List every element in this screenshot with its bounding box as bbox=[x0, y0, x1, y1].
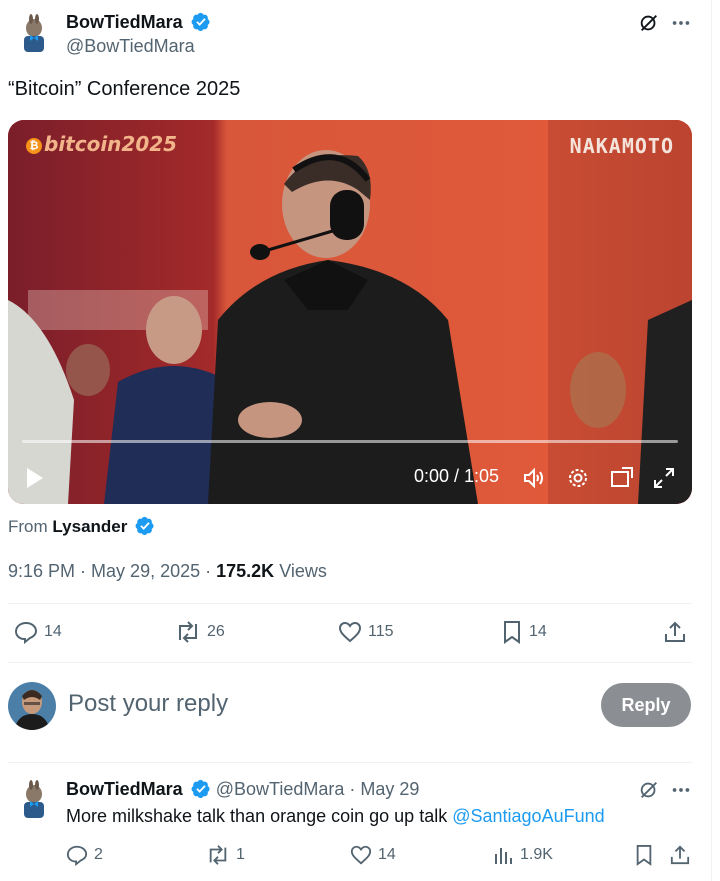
like-count: 115 bbox=[368, 623, 394, 640]
bookmark-icon bbox=[636, 845, 652, 866]
like-action[interactable]: 115 bbox=[338, 620, 394, 644]
views-count: 175.2K bbox=[216, 561, 275, 581]
reply-date[interactable]: May 29 bbox=[360, 779, 419, 799]
like-icon bbox=[350, 845, 372, 865]
video-overlay-brand: NAKAMOTO bbox=[569, 134, 674, 158]
video-player[interactable]: ₿ bitcoin2025 NAKAMOTO 0:00 / 1:05 bbox=[8, 120, 692, 504]
reply-mention-link[interactable]: @SantiagoAuFund bbox=[452, 806, 604, 826]
video-overlay-logo: ₿ bitcoin2025 bbox=[26, 132, 177, 156]
volume-icon[interactable] bbox=[522, 466, 546, 495]
reply-bookmark-action[interactable] bbox=[634, 844, 654, 866]
reply-author-avatar[interactable] bbox=[12, 778, 56, 822]
verified-badge-icon bbox=[191, 779, 210, 799]
settings-icon[interactable] bbox=[566, 466, 590, 495]
video-time: 0:00 / 1:05 bbox=[414, 466, 500, 486]
reply-reply-count: 2 bbox=[94, 846, 103, 863]
bookmark-count: 14 bbox=[529, 623, 547, 640]
video-overlay-logo-text: bitcoin2025 bbox=[44, 132, 178, 156]
repost-icon bbox=[179, 621, 197, 643]
reply-repost-count: 1 bbox=[236, 846, 245, 863]
divider bbox=[8, 662, 692, 663]
reply-like-action[interactable]: 14 bbox=[350, 844, 396, 866]
reply-like-count: 14 bbox=[378, 846, 396, 863]
reply-input[interactable]: Post your reply bbox=[68, 690, 228, 718]
video-attribution: From Lysander bbox=[8, 516, 155, 537]
author-handle[interactable]: @BowTiedMara bbox=[66, 36, 195, 57]
verified-badge-icon bbox=[135, 516, 154, 536]
divider bbox=[8, 762, 692, 763]
share-icon bbox=[670, 845, 690, 865]
grok-icon[interactable] bbox=[638, 779, 660, 806]
tweet-meta: 9:16 PM · May 29, 2025 · 175.2K Views bbox=[8, 561, 327, 581]
video-progress-bar[interactable] bbox=[22, 440, 678, 443]
reply-reply-action[interactable]: 2 bbox=[66, 844, 103, 866]
reply-action[interactable]: 14 bbox=[14, 620, 62, 644]
bookmark-action[interactable]: 14 bbox=[501, 620, 547, 644]
divider bbox=[8, 603, 692, 604]
repost-action[interactable]: 26 bbox=[175, 620, 225, 644]
current-user-avatar[interactable] bbox=[8, 682, 56, 730]
tweet-text: “Bitcoin” Conference 2025 bbox=[8, 78, 241, 100]
reply-author-handle[interactable]: @BowTiedMara bbox=[216, 779, 345, 799]
tweet-page: BowTiedMara @BowTiedMara “Bitcoin” Confe… bbox=[0, 0, 720, 881]
attribution-name[interactable]: Lysander bbox=[52, 517, 127, 536]
bookmark-icon bbox=[504, 621, 520, 644]
share-icon bbox=[665, 621, 685, 642]
verified-badge-icon bbox=[191, 12, 210, 32]
reply-repost-action[interactable]: 1 bbox=[206, 844, 245, 866]
more-icon[interactable] bbox=[670, 12, 692, 39]
reply-count: 14 bbox=[44, 623, 62, 640]
reply-author-name[interactable]: BowTiedMara bbox=[66, 779, 183, 799]
reply-share-action[interactable] bbox=[670, 844, 690, 866]
author-avatar[interactable] bbox=[12, 12, 56, 56]
more-icon[interactable] bbox=[670, 779, 692, 806]
reply-icon bbox=[14, 621, 38, 644]
repost-count: 26 bbox=[207, 623, 225, 640]
reply-header: BowTiedMara @BowTiedMara · May 29 bbox=[66, 779, 420, 799]
analytics-icon bbox=[495, 848, 512, 864]
bitcoin-logo-icon: ₿ bbox=[26, 138, 42, 154]
repost-icon bbox=[209, 845, 227, 865]
reply-body: More milkshake talk than orange coin go … bbox=[66, 806, 448, 826]
tweet-date[interactable]: May 29, 2025 bbox=[91, 561, 200, 581]
reply-views-action[interactable]: 1.9K bbox=[494, 844, 553, 866]
tweet-time[interactable]: 9:16 PM bbox=[8, 561, 75, 581]
views-label: Views bbox=[279, 561, 327, 581]
reply-views-count: 1.9K bbox=[520, 846, 553, 863]
like-icon bbox=[338, 621, 362, 643]
column-border bbox=[711, 0, 712, 881]
grok-icon[interactable] bbox=[638, 12, 660, 39]
video-frame bbox=[8, 120, 692, 504]
fullscreen-icon[interactable] bbox=[652, 466, 676, 495]
author-name-text[interactable]: BowTiedMara bbox=[66, 12, 183, 32]
author-name[interactable]: BowTiedMara bbox=[66, 12, 211, 33]
reply-text: More milkshake talk than orange coin go … bbox=[66, 806, 605, 827]
reply-icon bbox=[66, 845, 88, 866]
play-icon[interactable] bbox=[24, 466, 46, 495]
attribution-prefix: From bbox=[8, 517, 48, 536]
pip-icon[interactable] bbox=[610, 466, 634, 495]
share-action[interactable] bbox=[664, 620, 686, 644]
reply-button[interactable]: Reply bbox=[601, 683, 691, 727]
